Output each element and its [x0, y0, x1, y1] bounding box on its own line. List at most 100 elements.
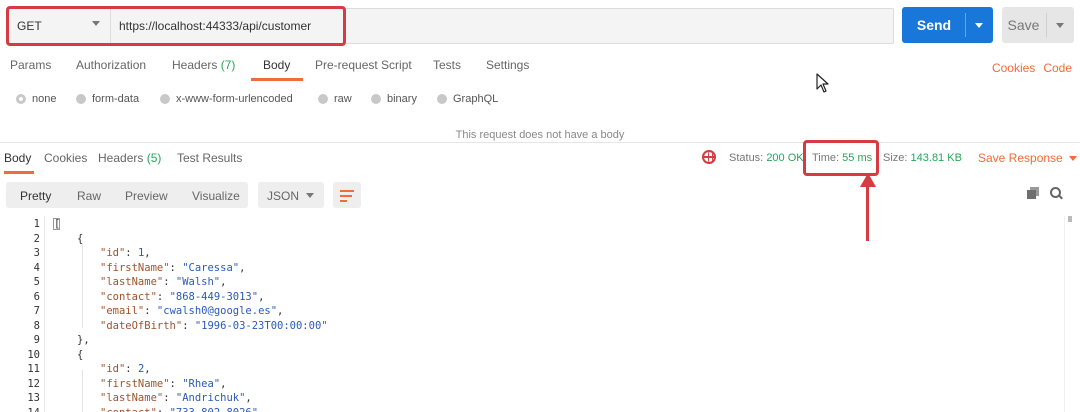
tab-authorization[interactable]: Authorization: [76, 58, 146, 72]
code-token: :: [163, 276, 176, 288]
line-number: 7: [33, 305, 40, 317]
radio-label: raw: [334, 93, 352, 105]
code-line: 9},: [0, 334, 1000, 348]
response-tab-test-results[interactable]: Test Results: [177, 151, 242, 165]
line-number: 4: [33, 261, 40, 274]
tab-label: Cookies: [44, 151, 88, 165]
code-token: {: [77, 348, 84, 361]
code-token: "contact": [100, 290, 157, 303]
line-number: 14: [0, 407, 40, 412]
globe-icon[interactable]: [702, 150, 716, 164]
save-label: Save: [1007, 17, 1040, 33]
wrap-icon-line: [340, 190, 354, 192]
radio-label: GraphQL: [453, 93, 499, 105]
radio-raw[interactable]: raw: [318, 93, 352, 105]
code-token: "Caressa": [182, 261, 240, 274]
radio-x-www-form-urlencoded[interactable]: x-www-form-urlencoded: [160, 93, 293, 105]
send-label: Send: [916, 17, 952, 33]
radio-dot: [437, 94, 447, 104]
radio-label: form-data: [92, 93, 140, 105]
code-line: 5 "lastName": "Walsh",: [0, 276, 1000, 290]
save-button[interactable]: Save: [1002, 7, 1074, 43]
radio-binary[interactable]: binary: [371, 93, 417, 105]
line-number: 3: [33, 247, 40, 259]
response-tab-headers[interactable]: Headers (5): [98, 151, 161, 165]
code-token: :: [156, 290, 170, 303]
code-line: 3 "id": 1,: [0, 247, 1000, 261]
tab-label: Body: [4, 151, 32, 165]
response-tab-cookies[interactable]: Cookies: [44, 151, 87, 165]
radio-graphql[interactable]: GraphQL: [437, 93, 498, 105]
radio-form-data[interactable]: form-data: [76, 93, 139, 105]
code-text: "contact": "868-449-3013",: [100, 291, 264, 303]
line-number: 11: [27, 363, 40, 375]
arrow-up-icon: [860, 173, 876, 187]
code-token: {: [77, 232, 84, 245]
code-line: 11 "id": 2,: [0, 363, 1000, 377]
search-icon[interactable]: [1050, 187, 1062, 199]
chevron-down-icon: [306, 193, 314, 198]
status-label: Status:: [729, 152, 764, 164]
tab-tests[interactable]: Tests: [433, 58, 461, 72]
code-scrollbar[interactable]: [1064, 216, 1078, 412]
tab-count: (7): [220, 58, 236, 72]
tab-count: (5): [146, 151, 162, 165]
code-token: :: [182, 319, 195, 332]
save-response-button[interactable]: Save Response: [978, 151, 1077, 165]
send-button[interactable]: Send: [902, 7, 993, 43]
code-token: :: [163, 392, 176, 404]
code-line: 8 "dateOfBirth": "1996-03-23T00:00:00": [0, 320, 1000, 334]
save-chevron-down-icon[interactable]: [1056, 23, 1064, 28]
code-token: :: [169, 377, 183, 390]
line-number: 8: [33, 319, 40, 332]
format-label: JSON: [267, 189, 300, 203]
tab-settings[interactable]: Settings: [486, 58, 529, 72]
view-mode-visualize[interactable]: Visualize: [192, 189, 240, 203]
size-label: Size:: [883, 152, 908, 164]
format-select[interactable]: JSON: [258, 182, 324, 208]
tab-label: Authorization: [76, 58, 147, 72]
scrollbar-thumb[interactable]: [1068, 216, 1072, 222]
response-body-code[interactable]: 1[2{3 "id": 1, 4 "firstName": "Caressa", 5 "l…: [0, 216, 1066, 412]
code-token: },: [77, 334, 90, 346]
tab-body[interactable]: Body: [263, 58, 290, 72]
line-number: 10: [27, 348, 40, 361]
status-readout: Status: 200 OK: [729, 152, 804, 164]
tab-params[interactable]: Params: [10, 58, 51, 72]
code-token: "email": [100, 305, 145, 317]
code-token: "Rhea": [182, 377, 221, 390]
code-token: "firstName": [100, 377, 170, 390]
code-token: "id": [100, 363, 126, 375]
code-link[interactable]: Code: [1043, 61, 1072, 75]
code-line: 7 "email": "cwalsh0@google.es",: [0, 305, 1000, 319]
tab-label: Test Results: [177, 151, 243, 165]
no-body-message: This request does not have a body: [0, 120, 1080, 143]
code-line: 1[: [0, 218, 1000, 232]
code-text: {: [77, 349, 83, 361]
wrap-icon-line: [340, 195, 352, 197]
cookies-link[interactable]: Cookies: [992, 61, 1035, 75]
radio-dot: [160, 94, 170, 104]
radio-none[interactable]: none: [16, 93, 56, 105]
view-mode-raw[interactable]: Raw: [77, 189, 101, 203]
tab-headers[interactable]: Headers (7): [172, 58, 235, 72]
code-line: 13 "lastName": "Andrichuk",: [0, 392, 1000, 406]
line-number: 12: [27, 377, 40, 390]
active-tab-indicator: [251, 78, 303, 81]
code-line: 6 "contact": "868-449-3013",: [0, 291, 1000, 305]
tab-pre-request-script[interactable]: Pre-request Script: [315, 58, 412, 72]
view-mode-preview[interactable]: Preview: [125, 189, 168, 203]
wrap-lines-button[interactable]: [333, 182, 361, 208]
code-token: ,: [144, 363, 151, 375]
code-token: ,: [277, 305, 284, 317]
copy-icon[interactable]: [1027, 187, 1039, 199]
radio-label: x-www-form-urlencoded: [176, 93, 293, 105]
url-highlight-annotation: [6, 6, 346, 46]
send-divider: [965, 13, 966, 37]
code-text: "lastName": "Andrichuk",: [100, 392, 252, 404]
view-mode-pretty[interactable]: Pretty: [20, 189, 51, 203]
code-line: 10 {: [0, 349, 1000, 363]
send-chevron-down-icon[interactable]: [975, 23, 983, 28]
response-tab-body[interactable]: Body: [4, 151, 31, 165]
tab-label: Tests: [433, 58, 462, 72]
